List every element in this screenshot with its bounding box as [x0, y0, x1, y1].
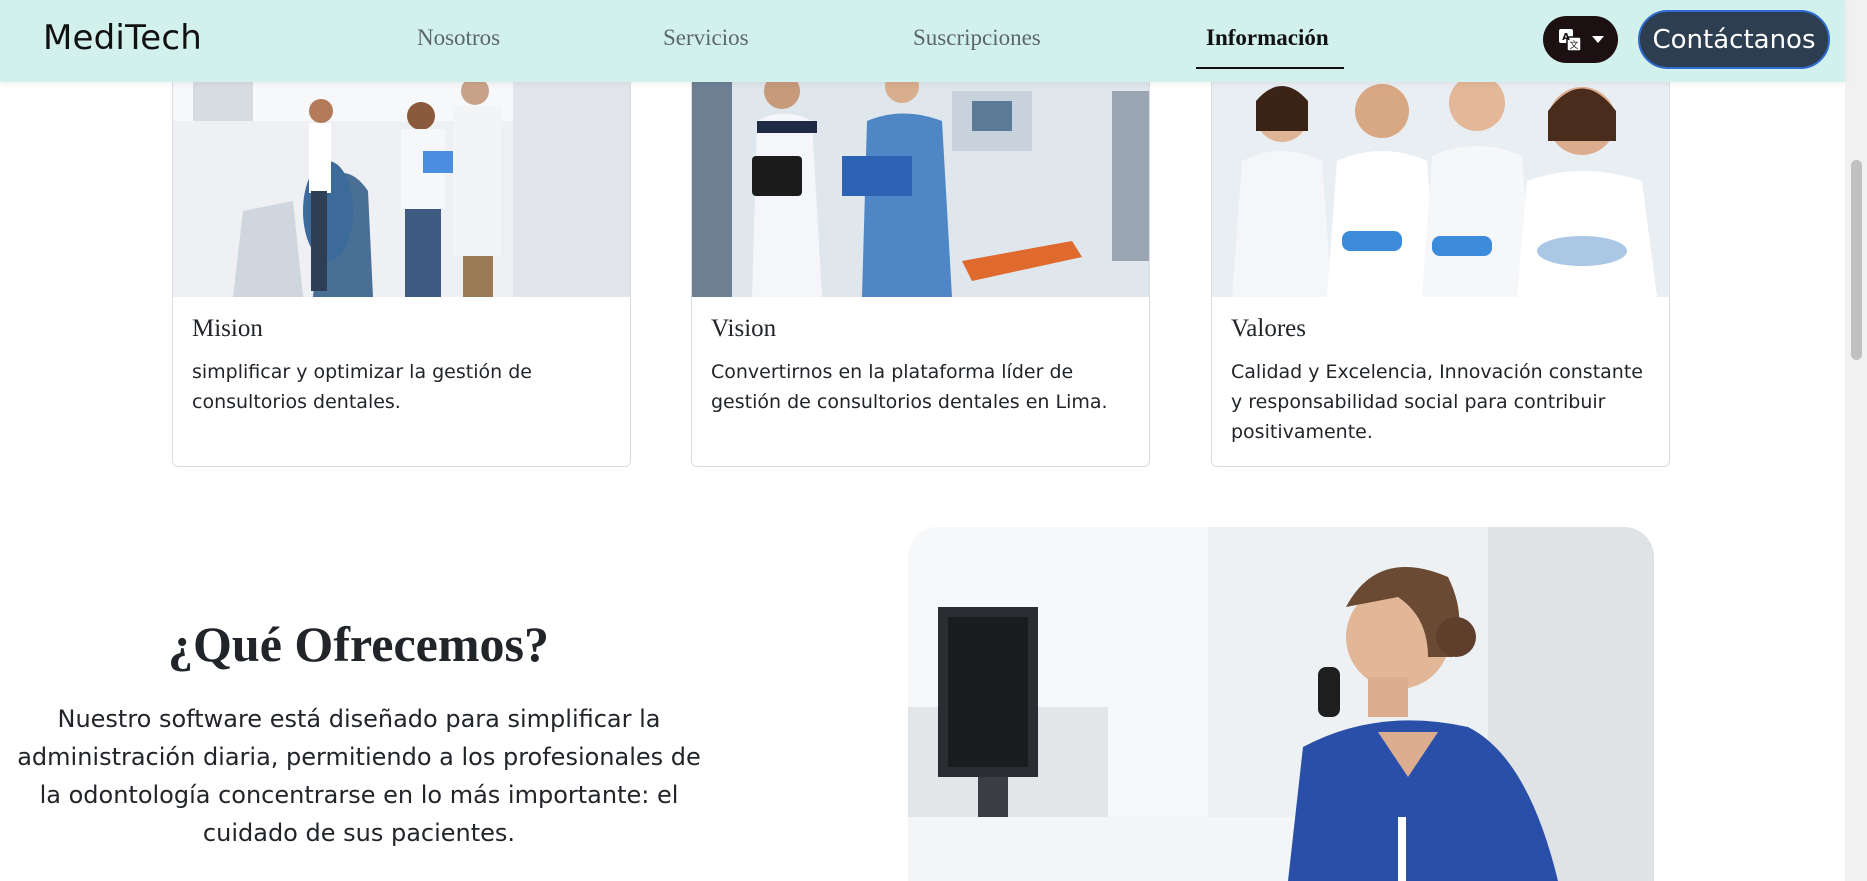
offer-description: Nuestro software está diseñado para simp…	[17, 705, 701, 847]
scrollbar-thumb[interactable]	[1851, 160, 1862, 360]
svg-text:文: 文	[1569, 39, 1578, 51]
card-vision: Vision Convertirnos en la plataforma líd…	[691, 60, 1150, 467]
top-navbar: MediTech Nosotros Servicios Suscripcione…	[0, 0, 1845, 82]
card-title: Valores	[1231, 315, 1306, 342]
offer-heading: ¿Qué Ofrecemos?	[168, 616, 549, 672]
card-valores: Valores Calidad y Excelencia, Innovación…	[1211, 60, 1670, 467]
card-mision: Mision simplificar y optimizar la gestió…	[172, 60, 631, 467]
nurses-with-tablet-photo	[692, 61, 1149, 297]
nav-link-servicios[interactable]: Servicios	[663, 25, 749, 51]
card-text: simplificar y optimizar la gestión de co…	[192, 361, 532, 413]
contact-button[interactable]: Contáctanos	[1638, 10, 1830, 69]
card-title: Mision	[192, 315, 263, 342]
dentists-consulting-photo	[173, 61, 630, 297]
brand-logo[interactable]: MediTech	[43, 18, 202, 58]
card-title: Vision	[711, 315, 777, 342]
translate-icon: A 文	[1558, 28, 1582, 52]
nav-link-nosotros[interactable]: Nosotros	[417, 25, 500, 51]
active-tab-underline	[1196, 67, 1344, 69]
page-scrollbar[interactable]	[1845, 0, 1867, 881]
language-dropdown-button[interactable]: A 文	[1543, 16, 1618, 63]
nav-link-informacion[interactable]: Información	[1206, 25, 1329, 51]
card-text: Convertirnos en la plataforma líder de g…	[711, 361, 1108, 413]
chevron-down-icon	[1591, 36, 1604, 43]
receptionist-on-phone-photo	[908, 527, 1654, 881]
smiling-dental-team-photo	[1212, 61, 1669, 297]
card-text: Calidad y Excelencia, Innovación constan…	[1231, 361, 1643, 443]
nav-link-suscripciones[interactable]: Suscripciones	[913, 25, 1041, 51]
